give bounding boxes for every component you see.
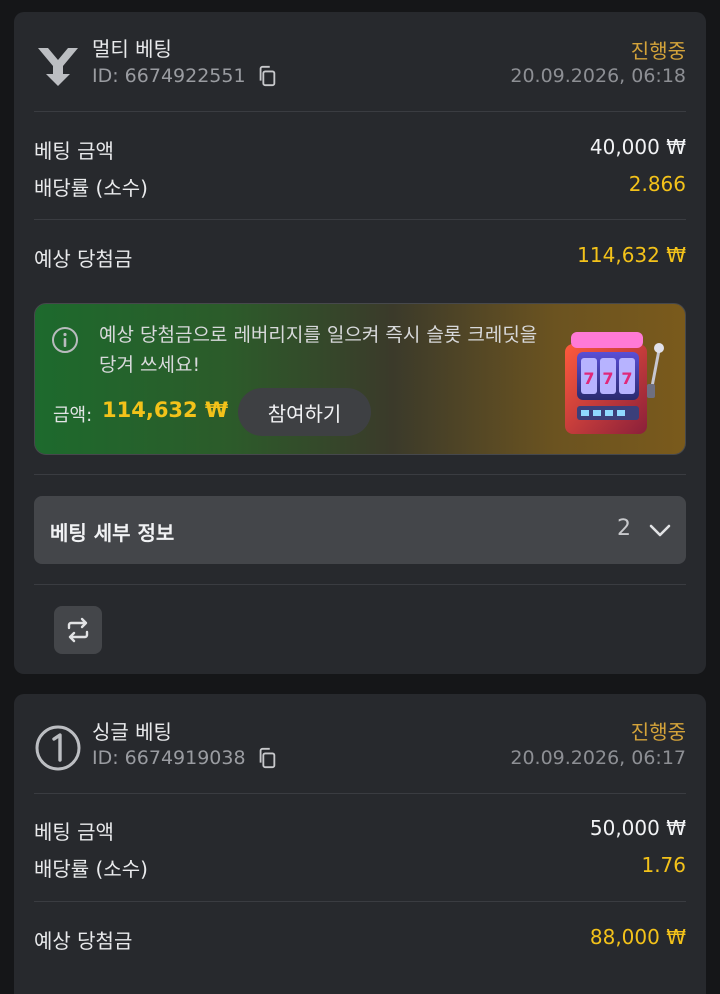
stake-label: 베팅 금액 (34, 139, 114, 163)
repeat-bet-button[interactable] (54, 606, 102, 654)
slot-credit-promo: 예상 당첨금으로 레버리지를 일으켜 즉시 슬롯 크레딧을 당겨 쓰세요! 금액… (34, 303, 686, 455)
divider (34, 111, 686, 112)
promo-amount-label: 금액: (53, 405, 93, 426)
bet-details-toggle[interactable]: 베팅 세부 정보 2 (34, 496, 686, 564)
payout-label: 예상 당첨금 (34, 929, 133, 953)
details-label: 베팅 세부 정보 (50, 521, 175, 545)
join-button[interactable]: 참여하기 (238, 388, 371, 436)
odds-label: 배당률 (소수) (34, 857, 148, 881)
stake-value: 40,000 ₩ (589, 135, 686, 159)
payout-value: 114,632 ₩ (577, 243, 686, 267)
payout-value: 88,000 ₩ (589, 925, 686, 949)
divider (34, 219, 686, 220)
copy-icon[interactable] (256, 747, 278, 769)
divider (34, 474, 686, 475)
svg-text:7: 7 (602, 369, 613, 388)
single-bet-icon (35, 725, 81, 771)
info-icon (52, 327, 78, 353)
bet-id: ID: 6674919038 (92, 747, 278, 769)
bet-id-text: ID: 6674922551 (92, 65, 246, 87)
odds-value: 2.866 (628, 172, 686, 196)
slot-machine-icon: 7 7 7 (565, 332, 664, 434)
details-count: 2 (617, 516, 631, 541)
svg-text:7: 7 (583, 369, 594, 388)
divider (34, 584, 686, 585)
bet-id: ID: 6674922551 (92, 65, 278, 87)
divider (34, 793, 686, 794)
bet-card-single: 싱글 베팅 ID: 6674919038 진행중 20.09.2026, 06:… (14, 694, 706, 994)
stake-value: 50,000 ₩ (589, 816, 686, 840)
odds-label: 배당률 (소수) (34, 176, 148, 200)
divider (34, 901, 686, 902)
bet-title: 싱글 베팅 (92, 720, 172, 744)
stake-label: 베팅 금액 (34, 820, 114, 844)
multi-bet-icon (38, 48, 78, 86)
bet-id-text: ID: 6674919038 (92, 747, 246, 769)
status-badge: 진행중 (630, 720, 686, 744)
svg-text:7: 7 (621, 369, 632, 388)
promo-amount-value: 114,632 ₩ (102, 398, 229, 422)
status-badge: 진행중 (630, 39, 686, 63)
copy-icon[interactable] (256, 65, 278, 87)
bet-date: 20.09.2026, 06:18 (510, 65, 686, 87)
bet-card-multi: 멀티 베팅 ID: 6674922551 진행중 20.09.2026, 06:… (14, 12, 706, 674)
chevron-down-icon (649, 524, 671, 537)
promo-text: 예상 당첨금으로 레버리지를 일으켜 즉시 슬롯 크레딧을 당겨 쓰세요! (99, 324, 538, 376)
payout-label: 예상 당첨금 (34, 247, 133, 271)
repeat-icon (67, 617, 89, 643)
odds-value: 1.76 (641, 853, 686, 877)
bet-date: 20.09.2026, 06:17 (510, 747, 686, 769)
bet-title: 멀티 베팅 (92, 37, 172, 61)
